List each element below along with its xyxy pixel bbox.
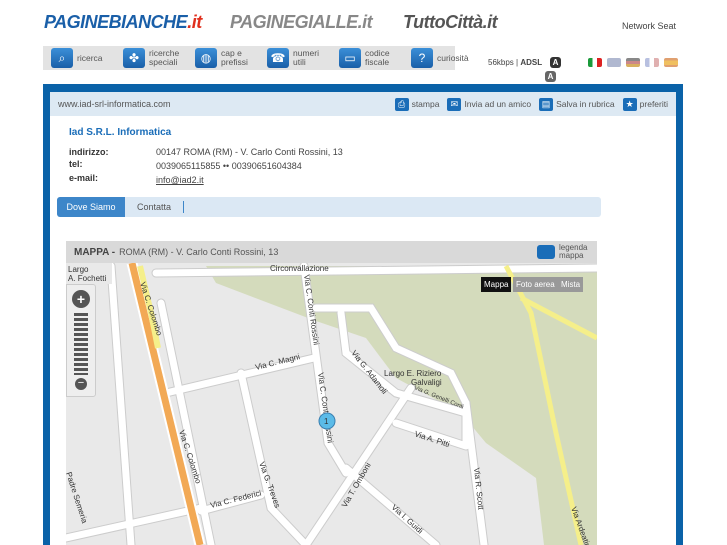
speed-adsl-link[interactable]: ADSL bbox=[520, 58, 542, 67]
legend-label: legenda mappa bbox=[559, 243, 588, 260]
connection-speed: 56kbps | ADSL bbox=[488, 58, 543, 67]
flag-italian[interactable] bbox=[588, 58, 602, 67]
card-toolbar: www.iad-srl-informatica.com ⎙ stampa ✉ Inv… bbox=[50, 92, 676, 116]
action-label: Salva in rubrica bbox=[556, 99, 615, 109]
mail-icon: ✉ bbox=[447, 97, 462, 111]
map-title: MAPPA - bbox=[74, 246, 116, 258]
tel-value: 0039065115855 •• 00390651604384 bbox=[156, 161, 302, 171]
map-mode-mappa[interactable]: Mappa bbox=[481, 277, 512, 292]
nav-label: ricerche speciali bbox=[149, 48, 180, 67]
street-label: Circonvallazione bbox=[270, 264, 329, 273]
zoom-control[interactable]: + − bbox=[66, 284, 96, 397]
map-address: ROMA (RM) - V. Carlo Conti Rossini, 13 bbox=[119, 247, 279, 257]
nav-label: curiosità bbox=[437, 52, 469, 63]
nav-cap-prefissi[interactable]: ◍ cap e prefissi bbox=[195, 48, 257, 68]
map-legend-button[interactable]: legenda mappa bbox=[537, 244, 589, 260]
paginegialle-logo[interactable]: PAGINEGIALLE.it bbox=[230, 12, 373, 33]
street-label: Largo bbox=[68, 265, 89, 274]
clover-icon: ✤ bbox=[123, 48, 145, 68]
print-button[interactable]: ⎙ stampa bbox=[394, 97, 440, 111]
action-label: preferiti bbox=[639, 99, 668, 109]
street-label: Largo E. Riziero bbox=[384, 369, 442, 378]
street-label: Padre Semeria bbox=[66, 471, 89, 525]
tuttocitta-logo[interactable]: TuttoCittà.it bbox=[403, 12, 498, 33]
card-icon: ▭ bbox=[339, 48, 361, 68]
main-nav: ⌕ ricerca ✤ ricerche speciali ◍ cap e prefi… bbox=[43, 46, 469, 70]
map-view[interactable]: Largo A. Fochetti Via C. Colombo Via C. … bbox=[66, 263, 597, 545]
email-link[interactable]: info@iad2.it bbox=[156, 175, 204, 185]
card-tabs: Dove Siamo Contatta bbox=[57, 197, 601, 217]
nav-ricerche-speciali[interactable]: ✤ ricerche speciali bbox=[123, 48, 185, 68]
address-label: indirizzo: bbox=[69, 147, 109, 157]
nav-numeri-utili[interactable]: ☎ numeri utili bbox=[267, 48, 329, 68]
nav-label: numeri utili bbox=[293, 48, 319, 67]
tab-contatta[interactable]: Contatta bbox=[125, 197, 183, 217]
curiosity-icon: ? bbox=[411, 48, 433, 68]
flag-spanish[interactable] bbox=[664, 58, 678, 67]
map-mode-foto-aerea[interactable]: Foto aerea bbox=[513, 277, 558, 292]
map-mode-mista[interactable]: Mista bbox=[558, 277, 584, 292]
street-label: A. Fochetti bbox=[68, 274, 106, 283]
save-contact-button[interactable]: ▤ Salva in rubrica bbox=[539, 97, 615, 111]
marker-label: 1 bbox=[324, 417, 329, 426]
company-name: Iad S.R.L. Informatica bbox=[69, 127, 172, 138]
send-to-friend-button[interactable]: ✉ Invia ad un amico bbox=[447, 97, 532, 111]
phone-icon: ☎ bbox=[267, 48, 289, 68]
logo-text: PAGINEBIANCHE bbox=[44, 12, 188, 32]
zoom-slider[interactable] bbox=[74, 313, 88, 375]
logo-tld: .it bbox=[187, 12, 202, 32]
nav-codice-fiscale[interactable]: ▭ codice fiscale bbox=[339, 48, 401, 68]
website-link[interactable]: www.iad-srl-informatica.com bbox=[58, 99, 387, 109]
zoom-out-icon[interactable]: − bbox=[75, 378, 87, 390]
search-icon: ⌕ bbox=[51, 48, 73, 68]
email-label: e-mail: bbox=[69, 173, 99, 183]
nav-label: ricerca bbox=[77, 52, 103, 63]
address-value: 00147 ROMA (RM) - V. Carlo Conti Rossini… bbox=[156, 147, 343, 157]
tab-dove-siamo[interactable]: Dove Siamo bbox=[57, 197, 125, 217]
flag-german[interactable] bbox=[626, 58, 640, 67]
nav-ricerca[interactable]: ⌕ ricerca bbox=[51, 48, 113, 68]
print-icon: ⎙ bbox=[394, 97, 409, 111]
paginebianche-logo[interactable]: PAGINEBIANCHE.it bbox=[44, 12, 202, 33]
zoom-in-icon[interactable]: + bbox=[72, 290, 90, 308]
tab-divider bbox=[183, 201, 185, 213]
font-size-large-button[interactable]: A bbox=[550, 57, 561, 68]
action-label: stampa bbox=[411, 99, 440, 109]
nav-curiosita[interactable]: ? curiosità bbox=[411, 48, 473, 68]
star-icon: ★ bbox=[622, 97, 637, 111]
speed-56k-link[interactable]: 56kbps bbox=[488, 58, 514, 67]
map-canvas: Largo A. Fochetti Via C. Colombo Via C. … bbox=[66, 263, 597, 545]
legend-icon bbox=[537, 245, 555, 259]
tel-label: tel: bbox=[69, 159, 83, 169]
network-seat-link[interactable]: Network Seat bbox=[622, 21, 676, 31]
flag-english[interactable] bbox=[607, 58, 621, 67]
globe-icon: ◍ bbox=[195, 48, 217, 68]
action-label: Invia ad un amico bbox=[464, 99, 532, 109]
map-header: MAPPA - ROMA (RM) - V. Carlo Conti Rossi… bbox=[66, 241, 597, 263]
nav-label: codice fiscale bbox=[365, 48, 390, 67]
font-size-small-button[interactable]: A bbox=[545, 71, 556, 82]
street-label: Via I. Guidi bbox=[390, 503, 425, 536]
flag-french[interactable] bbox=[645, 58, 659, 67]
nav-label: cap e prefissi bbox=[221, 48, 248, 67]
favorites-button[interactable]: ★ preferiti bbox=[622, 97, 668, 111]
folder-icon: ▤ bbox=[539, 97, 554, 111]
